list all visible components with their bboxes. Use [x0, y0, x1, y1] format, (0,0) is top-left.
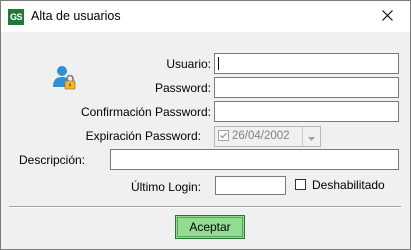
expiracion-password-label: Expiración Password:: [85, 129, 201, 143]
descripcion-input[interactable]: [110, 149, 399, 170]
separator-highlight: [9, 207, 401, 208]
confirmacion-password-input[interactable]: [214, 101, 399, 122]
ultimo-login-label: Último Login:: [130, 180, 201, 194]
password-label: Password:: [154, 81, 211, 95]
chevron-down-icon: [308, 130, 315, 144]
deshabilitado-checkbox[interactable]: [295, 179, 306, 190]
ultimo-login-input[interactable]: [215, 176, 286, 195]
window-title: Alta de usuarios: [31, 9, 121, 23]
expiracion-password-picker[interactable]: 26/04/2002: [214, 126, 321, 147]
aceptar-button[interactable]: Aceptar: [175, 215, 245, 239]
password-input[interactable]: [214, 77, 399, 98]
usuario-label: Usuario:: [166, 57, 211, 71]
confirmacion-password-label: Confirmación Password:: [80, 105, 211, 119]
close-icon: [382, 9, 393, 24]
title-bar: GS Alta de usuarios: [1, 1, 410, 32]
date-dropdown-button[interactable]: [302, 127, 320, 146]
user-lock-icon: [52, 65, 78, 91]
dialog-window: GS Alta de usuarios Usuario: Password: C…: [0, 0, 411, 250]
close-button[interactable]: [365, 1, 410, 32]
expiracion-enable-checkbox[interactable]: [218, 130, 229, 141]
deshabilitado-label: Deshabilitado: [312, 178, 385, 192]
descripcion-label: Descripción:: [19, 153, 86, 167]
expiracion-date-value: 26/04/2002: [232, 130, 290, 142]
usuario-input[interactable]: [214, 53, 399, 74]
app-icon: GS: [8, 9, 24, 25]
text-caret: [218, 57, 219, 70]
